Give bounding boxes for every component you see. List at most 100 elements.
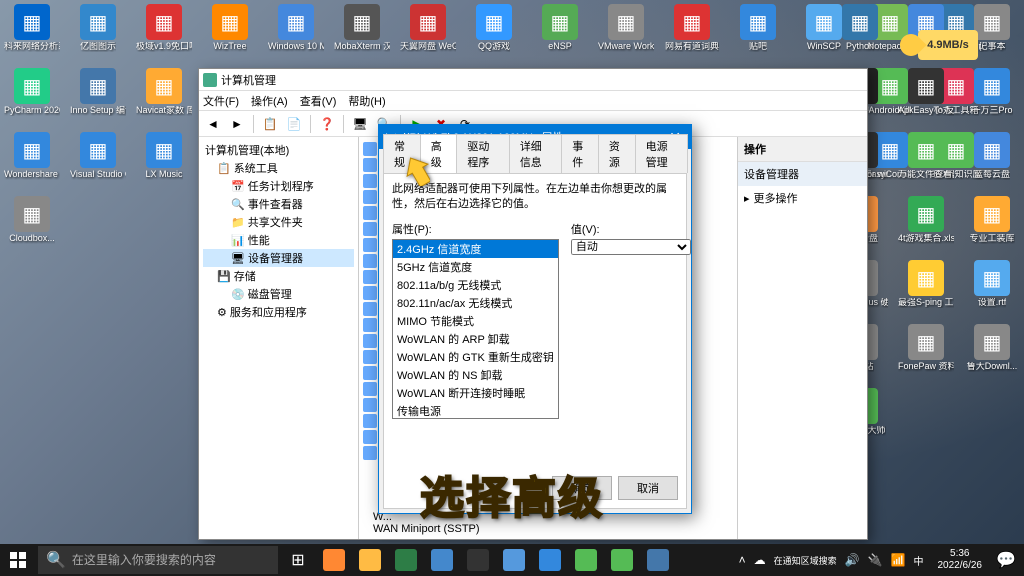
taskbar-app-7[interactable]: [532, 544, 568, 576]
action-item[interactable]: ▸更多操作: [738, 186, 867, 210]
taskbar-app-2[interactable]: [352, 544, 388, 576]
taskbar-app-6[interactable]: [496, 544, 532, 576]
prop-tab[interactable]: 详细信息: [509, 134, 562, 173]
desktop-icon[interactable]: ▦天翼网盘 WeGame版: [400, 4, 456, 68]
taskbar-app-8[interactable]: [568, 544, 604, 576]
taskbar-app-9[interactable]: [604, 544, 640, 576]
property-option[interactable]: 802.11a/b/g 无线模式: [393, 276, 558, 294]
property-label: 属性(P):: [392, 221, 559, 237]
cancel-button[interactable]: 取消: [618, 476, 678, 500]
desktop-icon[interactable]: ▦VMware Workstati...: [598, 4, 654, 68]
mmc-titlebar[interactable]: 计算机管理: [199, 69, 867, 91]
toolbar-up-icon[interactable]: 📋: [260, 114, 280, 134]
toolbar-back-icon[interactable]: ◄: [203, 114, 223, 134]
search-input[interactable]: [72, 553, 270, 567]
mmc-actions-pane: 操作 设备管理器▸更多操作: [737, 137, 867, 539]
toolbar-forward-icon[interactable]: ►: [227, 114, 247, 134]
property-option[interactable]: MIMO 节能模式: [393, 312, 558, 330]
desktop-icon[interactable]: ▦贴吧: [730, 4, 786, 68]
prop-tab[interactable]: 电源管理: [635, 134, 688, 173]
property-option[interactable]: 5GHz 信道宽度: [393, 258, 558, 276]
desktop-icon[interactable]: ▦Visual Studio Code: [70, 132, 126, 196]
notification-center-icon[interactable]: 💬: [988, 544, 1024, 576]
property-option[interactable]: WoWLAN 的 GTK 重新生成密钥: [393, 348, 558, 366]
property-option[interactable]: WoWLAN 的 ARP 卸载: [393, 330, 558, 348]
taskbar-app-10[interactable]: [640, 544, 676, 576]
prop-tab[interactable]: 驱动程序: [456, 134, 509, 173]
task-view-icon[interactable]: ⊞: [280, 544, 316, 576]
desktop-icon[interactable]: ▦Inno Setup 编译器: [70, 68, 126, 132]
property-option[interactable]: WoWLAN 断开连接时睡眠: [393, 384, 558, 402]
taskbar-app-1[interactable]: [316, 544, 352, 576]
desktop-icon[interactable]: ▦蓝莓云盘: [964, 132, 1020, 196]
taskbar-app-3[interactable]: [388, 544, 424, 576]
tray-expand-icon[interactable]: ˄: [739, 553, 746, 567]
taskbar: 🔍 ⊞ ˄ ☁ 在通知区域搜索 🔊 🔌 📶 中 5:36 2022/6/26 💬: [0, 544, 1024, 576]
desktop-icon[interactable]: ▦鲁大Downl...: [964, 324, 1020, 388]
desktop-icon[interactable]: ▦ApkEasyTo 反编译: [898, 68, 954, 132]
mmc-tree: 计算机管理(本地)📋 系统工具📅 任务计划程序🔍 事件查看器📁 共享文件夹📊 性…: [199, 137, 359, 539]
system-tray: ˄ ☁ 在通知区域搜索 🔊 🔌 📶 中: [731, 553, 932, 568]
desktop-icon[interactable]: ▦PyCharm 2020.1 x64: [4, 68, 60, 132]
desktop-icon[interactable]: ▦WizTree: [202, 4, 258, 68]
desktop-icon[interactable]: ▦一万三Pro: [964, 68, 1020, 132]
desktop-icon[interactable]: ▦网易有道词典: [664, 4, 720, 68]
desktop-icon[interactable]: ▦QQ游戏: [466, 4, 522, 68]
menu-item[interactable]: 帮助(H): [348, 93, 385, 109]
taskbar-app-4[interactable]: [424, 544, 460, 576]
taskbar-search[interactable]: 🔍: [38, 546, 278, 574]
desktop-icon[interactable]: ▦设置.rtf: [964, 260, 1020, 324]
desktop-icon[interactable]: ▦Python: [832, 4, 888, 68]
desktop-icon[interactable]: ▦Windows 10 Manager: [268, 4, 324, 68]
desktop-icon[interactable]: ▦Navicat家数 库工具_V11: [136, 68, 192, 132]
menu-item[interactable]: 查看(V): [300, 93, 337, 109]
toolbar-help-icon[interactable]: ❓: [317, 114, 337, 134]
prop-tab[interactable]: 资源: [598, 134, 636, 173]
start-button[interactable]: [0, 544, 36, 576]
tray-wifi-icon[interactable]: 📶: [891, 553, 906, 567]
taskbar-clock[interactable]: 5:36 2022/6/26: [932, 548, 989, 572]
tree-node[interactable]: 📋 系统工具: [203, 159, 354, 177]
tree-node[interactable]: ⚙ 服务和应用程序: [203, 303, 354, 321]
desktop-icon[interactable]: ▦eNSP: [532, 4, 588, 68]
property-option[interactable]: 802.11n/ac/ax 无线模式: [393, 294, 558, 312]
property-option[interactable]: 2.4GHz 信道宽度: [393, 240, 558, 258]
property-option[interactable]: WoWLAN 的 NS 卸载: [393, 366, 558, 384]
tree-node[interactable]: 🔍 事件查看器: [203, 195, 354, 213]
desktop-icon[interactable]: ▦4t游戏集合.xls: [898, 196, 954, 260]
action-item[interactable]: 设备管理器: [738, 162, 867, 186]
toolbar-props-icon[interactable]: 📄: [284, 114, 304, 134]
desktop-icon[interactable]: ▦极域v1.9免口味版: [136, 4, 192, 68]
desktop-icon[interactable]: ▦万能文件查看器.exe: [898, 132, 954, 196]
tree-node[interactable]: 📊 性能: [203, 231, 354, 249]
tray-cloud-icon[interactable]: ☁: [754, 553, 766, 567]
tree-node[interactable]: 计算机管理(本地): [203, 141, 354, 159]
menu-item[interactable]: 操作(A): [251, 93, 288, 109]
tree-node[interactable]: 📅 任务计划程序: [203, 177, 354, 195]
desktop-icon[interactable]: ▦Wondershare Recoverit: [4, 132, 60, 196]
property-option[interactable]: 传输电源: [393, 402, 558, 419]
ime-indicator[interactable]: 中: [914, 553, 924, 568]
desktop-icon[interactable]: ▦Cloudbox...: [4, 196, 60, 260]
property-listbox[interactable]: 2.4GHz 信道宽度5GHz 信道宽度802.11a/b/g 无线模式802.…: [392, 239, 559, 419]
desktop-icon[interactable]: ▦FonePaw 资料恢复: [898, 324, 954, 388]
desktop-icon[interactable]: ▦最强S-ping 工具: [898, 260, 954, 324]
value-select[interactable]: 自动: [571, 239, 691, 255]
toolbar-device-icon[interactable]: 🖥: [350, 114, 370, 134]
tray-search-text: 在通知区域搜索: [774, 554, 837, 567]
tree-node[interactable]: 💿 磁盘管理: [203, 285, 354, 303]
tray-volume-icon[interactable]: 🔊: [845, 553, 860, 567]
network-speed-badge: 4.9MB/s: [918, 30, 978, 60]
desktop-icon[interactable]: ▦亿图图示: [70, 4, 126, 68]
prop-tab[interactable]: 事件: [561, 134, 599, 173]
tree-node[interactable]: 🖥 设备管理器: [203, 249, 354, 267]
taskbar-app-5[interactable]: [460, 544, 496, 576]
tree-node[interactable]: 💾 存储: [203, 267, 354, 285]
desktop-icon[interactable]: ▦专业工装库: [964, 196, 1020, 260]
desktop-icon[interactable]: ▦科来网络分析系统2020: [4, 4, 60, 68]
desktop-icon[interactable]: ▦LX Music: [136, 132, 192, 196]
tree-node[interactable]: 📁 共享文件夹: [203, 213, 354, 231]
menu-item[interactable]: 文件(F): [203, 93, 239, 109]
tray-power-icon[interactable]: 🔌: [868, 553, 883, 567]
desktop-icon[interactable]: ▦MobaXterm 汉化版: [334, 4, 390, 68]
